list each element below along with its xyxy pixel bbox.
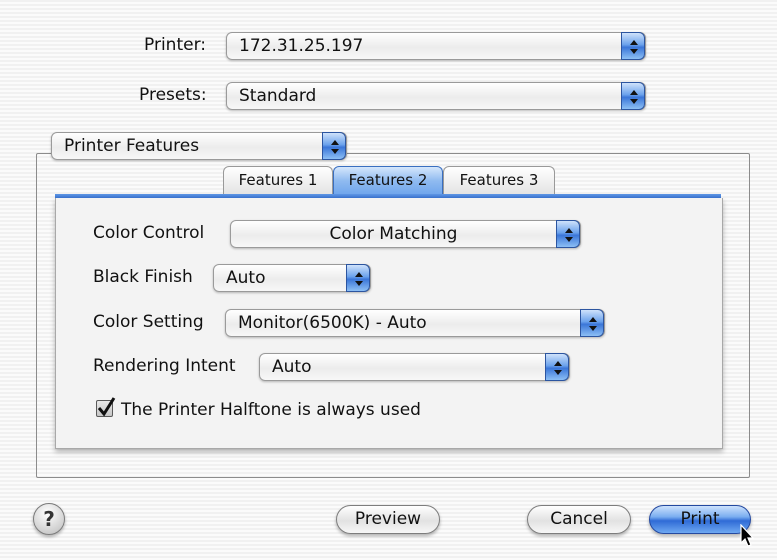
color-setting-value: Monitor(6500K) - Auto [238,313,427,333]
popup-arrows-icon [545,353,569,381]
help-button[interactable]: ? [33,503,65,535]
black-finish-value: Auto [226,268,266,288]
tab-features-2[interactable]: Features 2 [333,166,443,195]
popup-arrows-icon [621,32,645,60]
color-setting-popup[interactable]: Monitor(6500K) - Auto [225,309,605,337]
presets-value: Standard [239,86,317,106]
presets-label: Presets: [139,85,207,105]
tab-features-3[interactable]: Features 3 [443,166,555,195]
rendering-intent-value: Auto [272,357,312,377]
presets-popup[interactable]: Standard [226,82,646,110]
black-finish-label: Black Finish [93,267,193,287]
popup-arrows-icon [322,132,346,160]
color-control-value: Color Matching [329,224,458,244]
printer-popup[interactable]: 172.31.25.197 [226,32,646,60]
color-control-label: Color Control [93,223,205,243]
mouse-pointer-icon [740,524,755,547]
print-button[interactable]: Print [649,505,751,534]
popup-arrows-icon [621,82,645,110]
checkmark-icon [97,397,116,417]
rendering-intent-label: Rendering Intent [93,356,236,376]
black-finish-popup[interactable]: Auto [213,264,371,292]
preview-button[interactable]: Preview [336,505,440,534]
color-control-popup[interactable]: Color Matching [230,220,581,248]
popup-arrows-icon [580,309,604,337]
cancel-button[interactable]: Cancel [527,505,631,534]
printer-value: 172.31.25.197 [239,36,364,56]
tab-features-1[interactable]: Features 1 [223,166,333,195]
color-setting-label: Color Setting [93,312,204,332]
section-menu-popup[interactable]: Printer Features [51,132,347,160]
printer-label: Printer: [144,35,206,55]
halftone-label: The Printer Halftone is always used [121,400,421,420]
section-menu-value: Printer Features [64,136,200,156]
popup-arrows-icon [556,220,580,248]
popup-arrows-icon [346,264,370,292]
halftone-checkbox[interactable] [96,397,116,417]
rendering-intent-popup[interactable]: Auto [259,353,570,381]
